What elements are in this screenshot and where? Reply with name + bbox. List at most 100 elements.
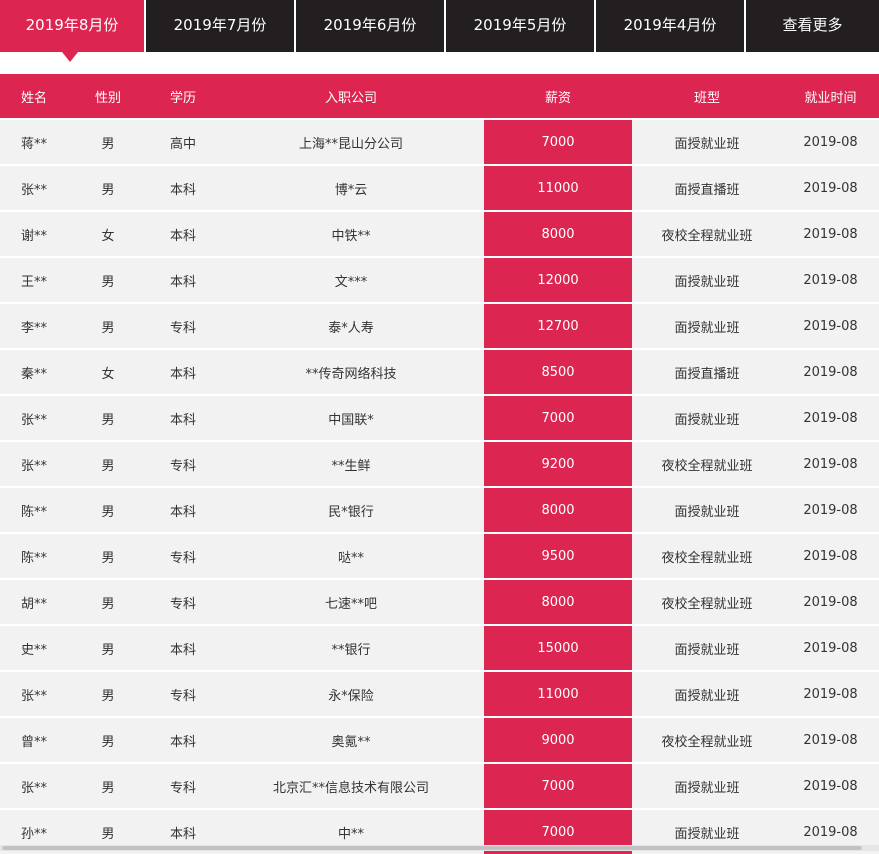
cell-name: 秦** [20,366,47,382]
cell-salary: 8500 [484,350,632,394]
cell-gender: 男 [101,136,115,152]
table-row: 李** 男 专科 泰*人寿 12700 面授就业班 2019-08 [0,304,879,348]
cell-company: **生鲜 [331,458,371,474]
cell-salary: 7000 [484,120,632,164]
cell-class-type: 夜校全程就业班 [661,734,753,750]
cell-education: 专科 [169,458,196,474]
cell-education: 本科 [169,366,196,382]
cell-company: 奥氪** [331,734,371,750]
header-gender: 性别 [94,90,121,106]
cell-education: 本科 [169,228,196,244]
cell-salary: 9500 [484,534,632,578]
table-row: 蒋** 男 高中 上海**昆山分公司 7000 面授就业班 2019-08 [0,120,879,164]
cell-employment-date: 2019-08 [803,502,858,518]
cell-class-type: 面授就业班 [674,136,740,152]
cell-name: 蒋** [20,136,47,152]
cell-employment-date: 2019-08 [803,364,858,380]
cell-gender: 男 [101,274,115,290]
cell-employment-date: 2019-08 [803,134,858,150]
cell-company: 民*银行 [328,504,374,520]
cell-name: 张** [20,412,47,428]
cell-education: 本科 [169,274,196,290]
cell-employment-date: 2019-08 [803,226,858,242]
cell-class-type: 面授就业班 [674,504,740,520]
table-row: 陈** 男 本科 民*银行 8000 面授就业班 2019-08 [0,488,879,532]
cell-employment-date: 2019-08 [803,548,858,564]
cell-class-type: 面授就业班 [674,642,740,658]
cell-employment-date: 2019-08 [803,640,858,656]
header-name: 姓名 [20,90,47,106]
cell-gender: 男 [101,734,115,750]
tab-2019-05[interactable]: 2019年5月份 [446,0,596,52]
table-row: 张** 男 本科 博*云 11000 面授直播班 2019-08 [0,166,879,210]
cell-company: 文*** [334,274,368,290]
table-row: 张** 男 专科 永*保险 11000 面授就业班 2019-08 [0,672,879,716]
cell-gender: 女 [101,228,115,244]
cell-employment-date: 2019-08 [803,686,858,702]
scrollbar-thumb[interactable] [2,846,862,850]
cell-company: 北京汇**信息技术有限公司 [272,780,429,796]
cell-education: 专科 [169,320,196,336]
cell-class-type: 面授就业班 [674,274,740,290]
cell-name: 张** [20,688,47,704]
cell-name: 谢** [20,228,47,244]
table-row: 张** 男 专科 北京汇**信息技术有限公司 7000 面授就业班 2019-08 [0,764,879,808]
cell-name: 陈** [20,550,47,566]
cell-employment-date: 2019-08 [803,318,858,334]
cell-name: 张** [20,458,47,474]
cell-company: **银行 [331,642,371,658]
table-row: 秦** 女 本科 **传奇网络科技 8500 面授直播班 2019-08 [0,350,879,394]
cell-company: 永*保险 [328,688,374,704]
table-row: 谢** 女 本科 中铁** 8000 夜校全程就业班 2019-08 [0,212,879,256]
table-row: 胡** 男 专科 七速**吧 8000 夜校全程就业班 2019-08 [0,580,879,624]
cell-education: 专科 [169,688,196,704]
cell-education: 本科 [169,504,196,520]
cell-employment-date: 2019-08 [803,272,858,288]
table-row: 张** 男 专科 **生鲜 9200 夜校全程就业班 2019-08 [0,442,879,486]
cell-salary: 11000 [484,672,632,716]
tab-2019-07[interactable]: 2019年7月份 [146,0,296,52]
cell-name: 史** [20,642,47,658]
cell-gender: 男 [101,504,115,520]
horizontal-scrollbar[interactable] [0,845,879,851]
cell-name: 李** [20,320,47,336]
table-row: 王** 男 本科 文*** 12000 面授就业班 2019-08 [0,258,879,302]
cell-company: 泰*人寿 [328,320,374,336]
tab-2019-04[interactable]: 2019年4月份 [596,0,746,52]
cell-gender: 男 [101,780,115,796]
table-header: 姓名 性别 学历 入职公司 薪资 班型 就业时间 [0,74,879,118]
cell-gender: 男 [101,182,115,198]
cell-education: 专科 [169,550,196,566]
table-row: 张** 男 本科 中国联* 7000 面授就业班 2019-08 [0,396,879,440]
cell-class-type: 夜校全程就业班 [661,596,753,612]
cell-salary: 9200 [484,442,632,486]
header-salary: 薪资 [544,90,571,106]
tab-view-more[interactable]: 查看更多 [746,0,879,52]
cell-gender: 男 [101,458,115,474]
cell-education: 本科 [169,734,196,750]
cell-class-type: 面授直播班 [674,182,740,198]
tab-2019-08[interactable]: 2019年8月份 [0,0,146,52]
cell-class-type: 面授就业班 [674,688,740,704]
cell-salary: 9000 [484,718,632,762]
tab-2019-06[interactable]: 2019年6月份 [296,0,446,52]
cell-education: 专科 [169,596,196,612]
cell-name: 胡** [20,596,47,612]
cell-company: 中国联* [328,412,374,428]
cell-employment-date: 2019-08 [803,456,858,472]
active-tab-arrow-icon [62,52,78,62]
cell-class-type: 夜校全程就业班 [661,228,753,244]
cell-class-type: 面授就业班 [674,780,740,796]
cell-education: 本科 [169,412,196,428]
cell-company: **传奇网络科技 [305,366,397,382]
header-education: 学历 [169,90,196,106]
cell-salary: 7000 [484,396,632,440]
cell-employment-date: 2019-08 [803,410,858,426]
cell-salary: 11000 [484,166,632,210]
cell-salary: 12000 [484,258,632,302]
cell-company: 博*云 [334,182,368,198]
cell-gender: 男 [101,412,115,428]
cell-class-type: 夜校全程就业班 [661,550,753,566]
cell-salary: 8000 [484,580,632,624]
cell-education: 本科 [169,642,196,658]
